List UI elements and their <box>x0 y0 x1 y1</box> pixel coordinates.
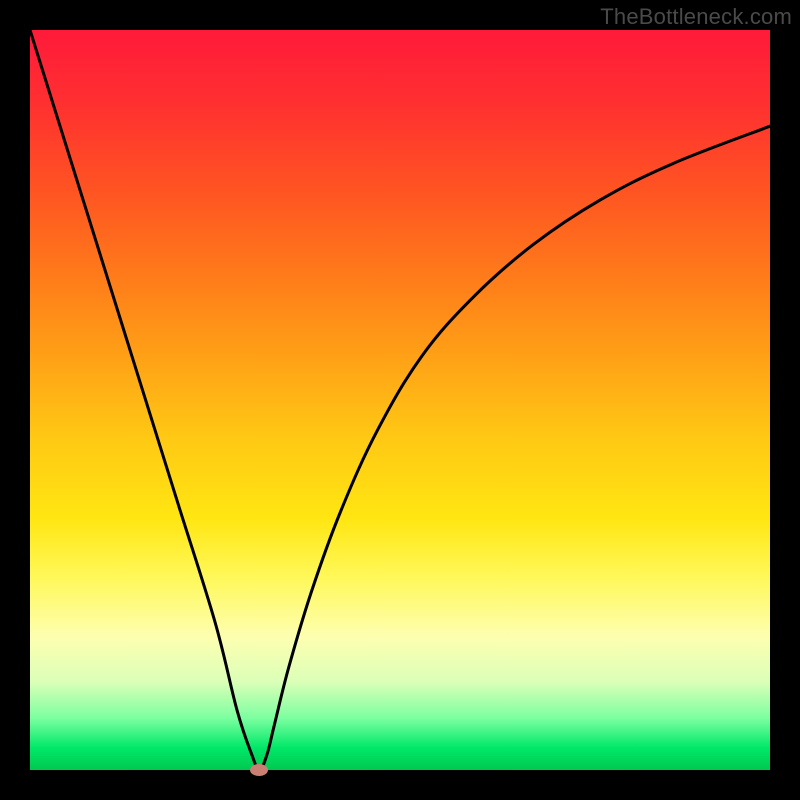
curve-layer <box>30 30 770 770</box>
optimum-marker <box>250 764 268 776</box>
watermark-text: TheBottleneck.com <box>600 4 792 30</box>
chart-stage: TheBottleneck.com <box>0 0 800 800</box>
bottleneck-curve <box>30 30 770 770</box>
plot-area <box>30 30 770 770</box>
